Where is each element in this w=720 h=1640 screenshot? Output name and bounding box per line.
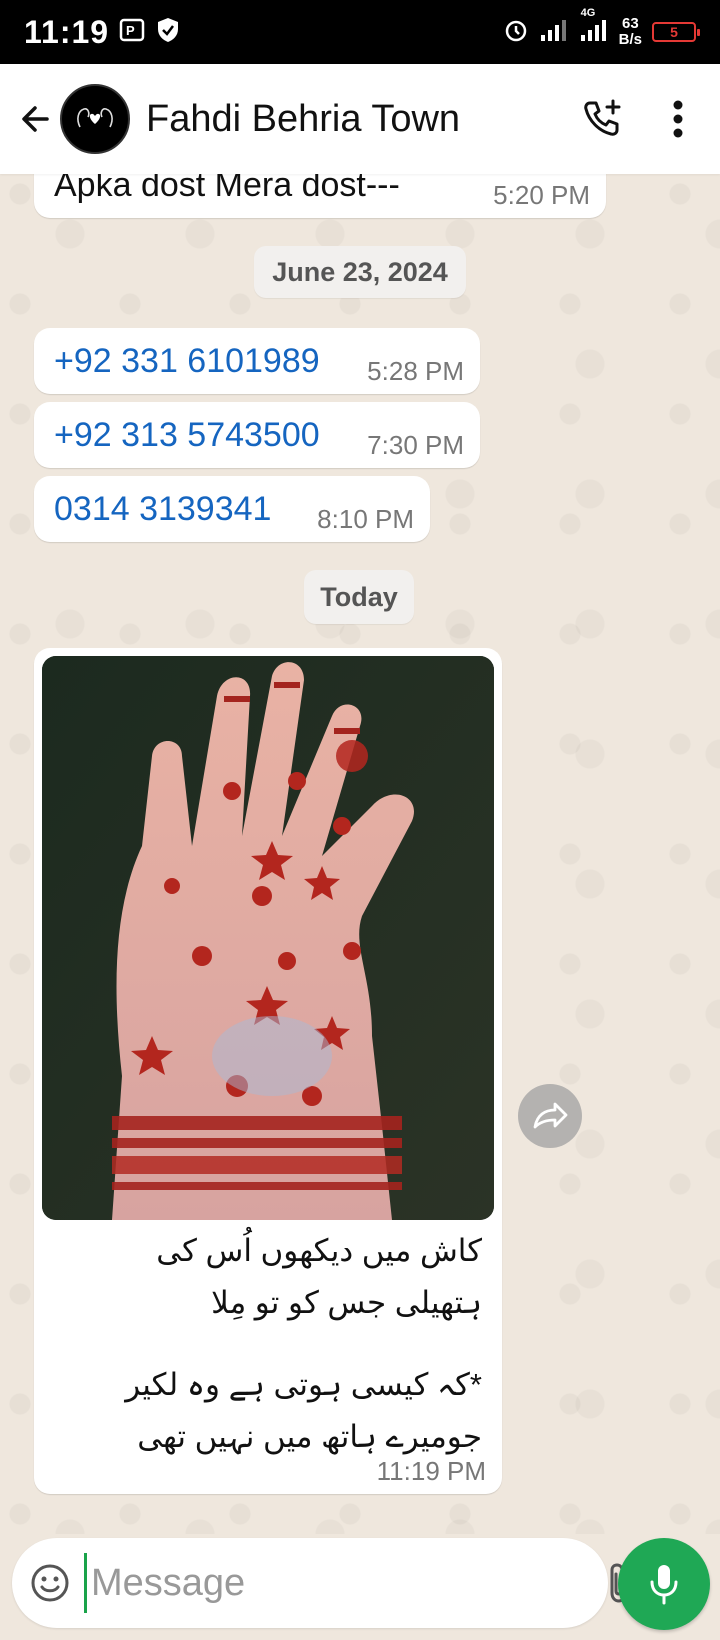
chat-header: Fahdi Behria Town (0, 64, 720, 174)
chat-title[interactable]: Fahdi Behria Town (146, 98, 556, 141)
shield-icon (155, 16, 181, 49)
mic-icon (650, 1565, 678, 1605)
avatar[interactable] (60, 84, 130, 154)
message-bubble[interactable]: 0314 3139341 8:10 PM (34, 476, 430, 542)
battery-icon: 5 (652, 22, 700, 42)
back-arrow-icon[interactable] (14, 98, 56, 140)
message-input[interactable] (84, 1553, 580, 1613)
message-text: Apka dost Mera dost--- (54, 174, 400, 204)
forward-icon[interactable] (518, 1084, 582, 1148)
date-divider: June 23, 2024 (254, 246, 466, 298)
message-bubble[interactable]: Apka dost Mera dost--- 5:20 PM (34, 174, 606, 218)
message-bubble[interactable]: +92 331 6101989 5:28 PM (34, 328, 480, 394)
status-bar: 11:19 P 4G 63 B/s 5 (0, 0, 720, 64)
message-time: 11:19 PM (376, 1456, 486, 1486)
phone-link[interactable]: 0314 3139341 (54, 490, 271, 529)
henna-hand-image[interactable] (42, 656, 494, 1220)
chat-area[interactable]: Apka dost Mera dost--- 5:20 PM June 23, … (0, 174, 720, 1534)
message-composer (12, 1538, 698, 1628)
date-divider: Today (304, 570, 414, 624)
mic-button[interactable] (618, 1538, 710, 1630)
signal-4g-icon: 4G (579, 7, 609, 48)
signal-icon (539, 17, 569, 48)
message-time: 5:20 PM (493, 180, 590, 210)
svg-text:P: P (126, 23, 135, 38)
alarm-icon (503, 17, 529, 48)
image-caption-line: *کہ کیسی ہوتی ہے وہ لکیر (125, 1367, 482, 1402)
message-time: 8:10 PM (317, 504, 414, 534)
message-time: 5:28 PM (367, 356, 464, 386)
phone-link[interactable]: +92 331 6101989 (54, 342, 320, 381)
emoji-icon[interactable] (30, 1561, 70, 1605)
image-caption-line: ہتھیلی جس کو تو مِلا (211, 1285, 482, 1320)
network-speed: 63 B/s (618, 15, 642, 48)
more-vertical-icon[interactable] (648, 89, 708, 149)
message-time: 7:30 PM (367, 430, 464, 460)
status-time: 11:19 (24, 13, 110, 50)
add-call-icon[interactable] (572, 89, 632, 149)
phone-link[interactable]: +92 313 5743500 (54, 416, 320, 455)
message-bubble[interactable]: +92 313 5743500 7:30 PM (34, 402, 480, 468)
image-message-bubble[interactable]: کاش میں دیکھوں اُس کی ہتھیلی جس کو تو مِ… (34, 648, 502, 1494)
image-caption-line: کاش میں دیکھوں اُس کی (156, 1233, 482, 1268)
notification-icon: P (119, 17, 145, 48)
